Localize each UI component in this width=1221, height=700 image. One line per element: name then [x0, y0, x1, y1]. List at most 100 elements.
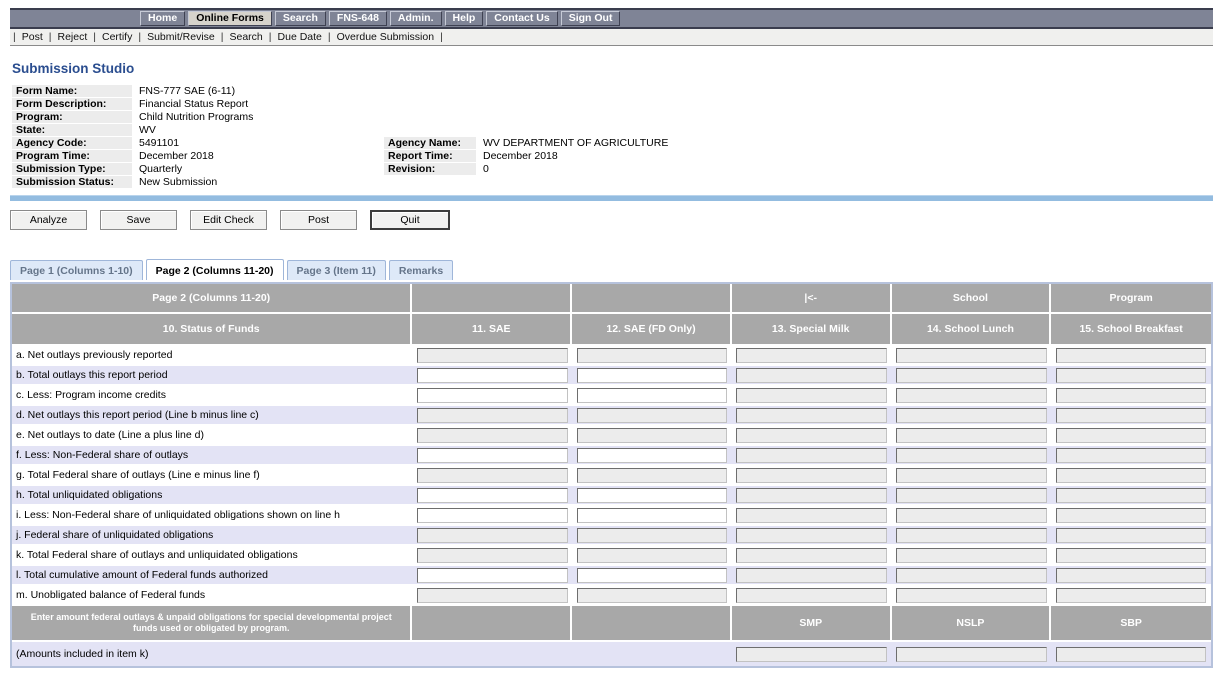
grid-footer-header-col-smp: SMP: [732, 606, 892, 640]
row-label-i: i. Less: Non-Federal share of unliquidat…: [12, 509, 412, 521]
meta-row: Agency Code:5491101Agency Name:WV DEPART…: [12, 137, 1213, 149]
input-m-col15: [1056, 588, 1207, 603]
table-row-a: a. Net outlays previously reported: [12, 346, 1211, 366]
input-d-col14: [896, 408, 1047, 423]
nav-contact-us[interactable]: Contact Us: [486, 11, 557, 26]
edit-check-button[interactable]: Edit Check: [190, 210, 267, 230]
menu-separator: |: [13, 31, 16, 43]
nav-items: HomeOnline FormsSearchFNS-648Admin.HelpC…: [140, 11, 620, 26]
cell-b-col14: [892, 368, 1052, 383]
cell-k-col13: [732, 548, 892, 563]
input-e-col15: [1056, 428, 1207, 443]
nav-search[interactable]: Search: [275, 11, 326, 26]
menu-overdue-submission[interactable]: Overdue Submission: [337, 31, 434, 43]
post-button[interactable]: Post: [280, 210, 357, 230]
tab-remarks[interactable]: Remarks: [389, 260, 453, 280]
input-l-col11[interactable]: [417, 568, 568, 583]
input-b-col12[interactable]: [577, 368, 728, 383]
page-title: Submission Studio: [12, 61, 1213, 76]
cell-a-col14: [892, 348, 1052, 363]
cell-h-col11: [412, 488, 572, 503]
meta-row: State:WV: [12, 124, 1213, 136]
grid-header1-row: Page 2 (Columns 11-20)|<-SchoolProgram: [12, 284, 1211, 314]
menu-separator: |: [440, 31, 443, 43]
input-b-col15: [1056, 368, 1207, 383]
input-h-col11[interactable]: [417, 488, 568, 503]
row-label-b: b. Total outlays this report period: [12, 369, 412, 381]
input-k-col14: [896, 548, 1047, 563]
input-j-col11: [417, 528, 568, 543]
quit-button[interactable]: Quit: [370, 210, 450, 230]
input-f-col11[interactable]: [417, 448, 568, 463]
menu-reject[interactable]: Reject: [57, 31, 87, 43]
grid-footer-header-label: Enter amount federal outlays & unpaid ob…: [12, 606, 412, 640]
meta-row: Form Name:FNS-777 SAE (6-11): [12, 85, 1213, 97]
cell-f-col12: [572, 448, 732, 463]
menu-search[interactable]: Search: [230, 31, 263, 43]
cell-i-col14: [892, 508, 1052, 523]
cell-e-col12: [572, 428, 732, 443]
input-f-col12[interactable]: [577, 448, 728, 463]
input-c-col12[interactable]: [577, 388, 728, 403]
nav-admin[interactable]: Admin.: [390, 11, 442, 26]
meta-value-revision: 0: [476, 163, 1213, 175]
menu-submit-revise[interactable]: Submit/Revise: [147, 31, 215, 43]
blue-divider-bar: [10, 195, 1213, 201]
input-g-col12: [577, 468, 728, 483]
nav-help[interactable]: Help: [445, 11, 484, 26]
tab-page-1-columns-1-10[interactable]: Page 1 (Columns 1-10): [10, 260, 143, 280]
nav-online-forms[interactable]: Online Forms: [188, 11, 272, 26]
analyze-button[interactable]: Analyze: [10, 210, 87, 230]
tab-page-3-item-11[interactable]: Page 3 (Item 11): [287, 260, 386, 280]
grid-header1-col-school: School: [892, 284, 1052, 312]
meta-label-form-description: Form Description:: [12, 98, 132, 110]
cell-c-col13: [732, 388, 892, 403]
input-c-col13: [736, 388, 887, 403]
input-i-col14: [896, 508, 1047, 523]
table-row-amounts: (Amounts included in item k): [12, 642, 1211, 666]
save-button[interactable]: Save: [100, 210, 177, 230]
meta-value-program-time: December 2018: [132, 150, 384, 162]
tab-page-2-columns-11-20[interactable]: Page 2 (Columns 11-20): [146, 259, 284, 280]
input-l-col12[interactable]: [577, 568, 728, 583]
nav-fns-648[interactable]: FNS-648: [329, 11, 387, 26]
input-l-col14: [896, 568, 1047, 583]
cell-amounts-col14: [892, 647, 1052, 662]
row-label-g: g. Total Federal share of outlays (Line …: [12, 469, 412, 481]
top-navbar: HomeOnline FormsSearchFNS-648Admin.HelpC…: [10, 8, 1213, 29]
menu-due-date[interactable]: Due Date: [278, 31, 322, 43]
meta-value-submission-type: Quarterly: [132, 163, 384, 175]
meta-value-agency-name: WV DEPARTMENT OF AGRICULTURE: [476, 137, 1213, 149]
input-c-col11[interactable]: [417, 388, 568, 403]
table-row-b: b. Total outlays this report period: [12, 366, 1211, 386]
row-label-h: h. Total unliquidated obligations: [12, 489, 412, 501]
input-c-col15: [1056, 388, 1207, 403]
menu-certify[interactable]: Certify: [102, 31, 132, 43]
meta-label-agency-code: Agency Code:: [12, 137, 132, 149]
input-j-col15: [1056, 528, 1207, 543]
cell-i-col13: [732, 508, 892, 523]
nav-sign-out[interactable]: Sign Out: [561, 11, 621, 26]
cell-e-col11: [412, 428, 572, 443]
cell-j-col13: [732, 528, 892, 543]
input-b-col11[interactable]: [417, 368, 568, 383]
row-label-c: c. Less: Program income credits: [12, 389, 412, 401]
row-label-l: l. Total cumulative amount of Federal fu…: [12, 569, 412, 581]
input-h-col13: [736, 488, 887, 503]
cell-i-col12: [572, 508, 732, 523]
input-h-col12[interactable]: [577, 488, 728, 503]
input-a-col11: [417, 348, 568, 363]
table-row-c: c. Less: Program income credits: [12, 386, 1211, 406]
cell-l-col11: [412, 568, 572, 583]
input-i-col11[interactable]: [417, 508, 568, 523]
grid-header1-col-empty-1: [572, 284, 732, 312]
toolbar: Analyze Save Edit Check Post Quit: [10, 210, 1213, 230]
input-i-col12[interactable]: [577, 508, 728, 523]
meta-label-state: State:: [12, 124, 132, 136]
nav-home[interactable]: Home: [140, 11, 185, 26]
form-meta-table: Form Name:FNS-777 SAE (6-11)Form Descrip…: [12, 85, 1213, 188]
cell-c-col14: [892, 388, 1052, 403]
input-l-col15: [1056, 568, 1207, 583]
grid-footer-header-col-nslp: NSLP: [892, 606, 1052, 640]
menu-post[interactable]: Post: [22, 31, 43, 43]
